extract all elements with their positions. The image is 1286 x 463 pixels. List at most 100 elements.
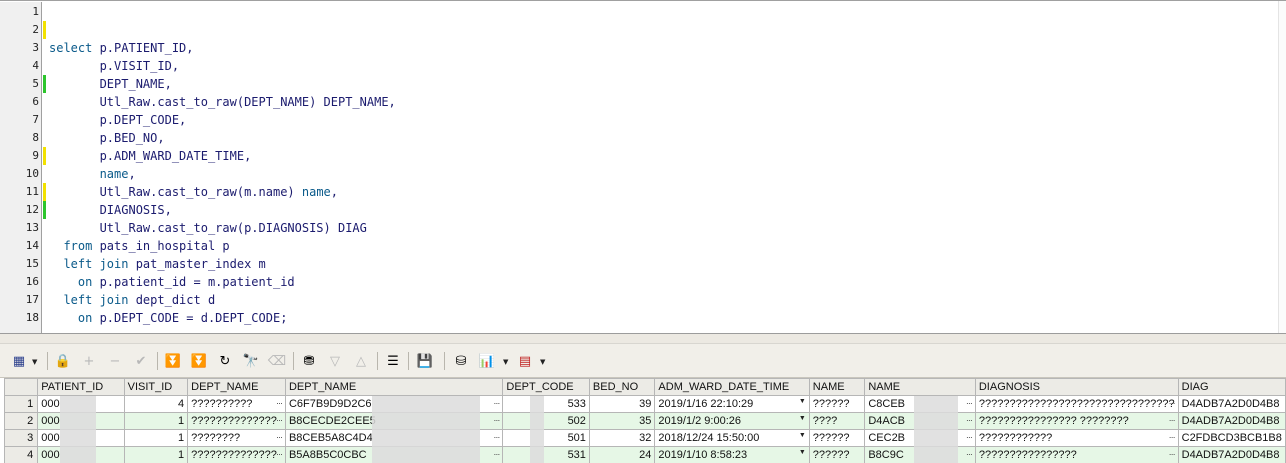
code-line[interactable]: 16 on p.patient_id = m.patient_id bbox=[0, 273, 1280, 291]
code-line[interactable]: 11 Utl_Raw.cast_to_raw(m.name) name, bbox=[0, 183, 1280, 201]
export-icon[interactable]: ⛁ bbox=[450, 350, 472, 372]
delete-row-icon[interactable]: − bbox=[104, 350, 126, 372]
table-cell[interactable]: ?????? bbox=[808, 446, 866, 463]
results-grid[interactable]: PATIENT_ID VISIT_ID DEPT_NAME DEPT_NAME DEPT… bbox=[0, 378, 1286, 463]
code-line[interactable]: 6 Utl_Raw.cast_to_raw(DEPT_NAME) DEPT_NA… bbox=[0, 93, 1280, 111]
grid-options-dropdown-arrow-icon[interactable]: ▼ bbox=[540, 358, 545, 366]
table-cell[interactable]: ▼ 2019/1/16 22:10:29 bbox=[654, 395, 810, 413]
code-line[interactable]: 18 on p.DEPT_CODE = d.DEPT_CODE; bbox=[0, 309, 1280, 327]
table-cell[interactable]: ▼ 2019/1/10 8:58:23 bbox=[654, 446, 810, 463]
save-icon[interactable]: 💾 bbox=[414, 350, 436, 372]
table-cell[interactable]: 533 bbox=[502, 395, 590, 413]
table-cell[interactable]: 24 bbox=[588, 446, 656, 463]
table-cell[interactable]: ?????? bbox=[808, 395, 866, 413]
table-cell[interactable]: C2FDBCD3BCB1B8 bbox=[1177, 429, 1286, 447]
row-number[interactable]: 4 bbox=[3, 446, 39, 463]
column-header[interactable]: NAME bbox=[808, 378, 866, 396]
table-cell[interactable]: D4ADB7A2D0D4B8 bbox=[1177, 395, 1286, 413]
table-cell[interactable]: 1 bbox=[123, 429, 189, 447]
code-line[interactable]: 9 p.ADM_WARD_DATE_TIME, bbox=[0, 147, 1280, 165]
column-header[interactable]: VISIT_ID bbox=[123, 378, 189, 396]
ellipsis-button[interactable]: ··· bbox=[966, 449, 973, 459]
code-line[interactable]: 15 left join pat_master_index m bbox=[0, 255, 1280, 273]
column-header[interactable]: DIAG bbox=[1177, 378, 1286, 396]
table-cell[interactable]: 39 bbox=[588, 395, 656, 413]
table-cell[interactable]: ···???????????????? bbox=[974, 446, 1179, 463]
editor-scrollbar[interactable] bbox=[1278, 1, 1286, 334]
column-header[interactable]: DEPT_NAME bbox=[284, 378, 504, 396]
post-changes-icon[interactable]: ✔ bbox=[130, 350, 152, 372]
lock-icon[interactable]: 🔒 bbox=[52, 350, 74, 372]
table-row[interactable]: 2 000 1 ···?????????????? ··· B8CECDE2CEE5 502… bbox=[3, 412, 1286, 430]
table-cell[interactable]: 501 bbox=[502, 429, 590, 447]
table-row[interactable]: 3 000 1 ···???????? ··· B8CEB5A8C4D4 501 32 ▼ 201… bbox=[3, 429, 1286, 447]
find-icon[interactable]: 🔭 bbox=[240, 350, 262, 372]
chevron-down-icon[interactable]: ▼ bbox=[799, 398, 806, 405]
column-header[interactable]: PATIENT_ID bbox=[37, 378, 125, 396]
column-header[interactable]: BED_NO bbox=[588, 378, 656, 396]
table-cell[interactable]: ???? bbox=[808, 412, 866, 430]
row-number[interactable]: 2 bbox=[3, 412, 39, 430]
ellipsis-button[interactable]: ··· bbox=[1169, 449, 1176, 459]
add-row-icon[interactable]: + bbox=[78, 350, 100, 372]
code-line[interactable]: 10 name, bbox=[0, 165, 1280, 183]
code-line[interactable]: 8 p.BED_NO, bbox=[0, 129, 1280, 147]
ellipsis-button[interactable]: ··· bbox=[493, 398, 500, 408]
code-line[interactable]: 13 Utl_Raw.cast_to_raw(p.DIAGNOSIS) DIAG bbox=[0, 219, 1280, 237]
single-record-view-icon[interactable]: ☰ bbox=[382, 350, 404, 372]
row-number[interactable]: 3 bbox=[3, 429, 39, 447]
code-line[interactable]: 7 p.DEPT_CODE, bbox=[0, 111, 1280, 129]
code-line[interactable]: 1 bbox=[0, 3, 1280, 21]
ellipsis-button[interactable]: ··· bbox=[966, 432, 973, 442]
query-by-example-icon[interactable]: ⛃ bbox=[298, 350, 320, 372]
previous-record-icon[interactable]: ▽ bbox=[324, 350, 346, 372]
ellipsis-button[interactable]: ··· bbox=[493, 449, 500, 459]
table-row[interactable]: 4 000 1 ···?????????????? ··· B5A8B5C0CBC 531 2… bbox=[3, 446, 1286, 463]
ellipsis-button[interactable]: ··· bbox=[1169, 415, 1176, 425]
table-cell[interactable]: 502 bbox=[502, 412, 590, 430]
code-line[interactable]: 5 DEPT_NAME, bbox=[0, 75, 1280, 93]
table-row[interactable]: 1 000 4 ···?????????? ··· C6F7B9D9D2C6 533 39 ▼ 2… bbox=[3, 395, 1286, 413]
code-line[interactable]: 17 left join dept_dict d bbox=[0, 291, 1280, 309]
column-header[interactable]: NAME bbox=[864, 378, 976, 396]
row-number[interactable]: 1 bbox=[3, 395, 39, 413]
fetch-next-icon[interactable]: ⏬ bbox=[162, 350, 184, 372]
table-cell[interactable]: ···???????????? bbox=[974, 429, 1179, 447]
code-line[interactable]: 4 p.VISIT_ID, bbox=[0, 57, 1280, 75]
table-cell[interactable]: ···???????????????????????????????? bbox=[974, 395, 1179, 413]
ellipsis-button[interactable]: ··· bbox=[276, 398, 283, 408]
table-cell[interactable]: ··· ???????????????? ???????? bbox=[974, 412, 1179, 430]
chart-icon[interactable]: 📊 bbox=[476, 350, 498, 372]
grid-options-icon[interactable]: ▤ bbox=[514, 350, 536, 372]
table-cell[interactable]: D4ADB7A2D0D4B8 bbox=[1177, 446, 1286, 463]
column-header[interactable]: DEPT_CODE bbox=[502, 378, 590, 396]
clear-icon[interactable]: ⌫ bbox=[266, 350, 288, 372]
code-line[interactable]: 2 bbox=[0, 21, 1280, 39]
next-record-icon[interactable]: △ bbox=[350, 350, 372, 372]
column-header[interactable]: DEPT_NAME bbox=[187, 378, 286, 396]
fetch-last-icon[interactable]: ⏬ bbox=[188, 350, 210, 372]
ellipsis-button[interactable]: ··· bbox=[276, 432, 283, 442]
code-area[interactable]: 1 2 3 select p.PATIENT_ID, 4 p.VISIT_ID, 5 DE… bbox=[0, 3, 1280, 327]
grid-corner[interactable] bbox=[3, 378, 39, 396]
code-line[interactable]: 12 DIAGNOSIS, bbox=[0, 201, 1280, 219]
table-cell[interactable]: 1 bbox=[123, 446, 189, 463]
chevron-down-icon[interactable]: ▼ bbox=[799, 415, 806, 422]
column-header[interactable]: DIAGNOSIS bbox=[974, 378, 1179, 396]
table-cell[interactable]: 531 bbox=[502, 446, 590, 463]
table-cell[interactable]: 1 bbox=[123, 412, 189, 430]
ellipsis-button[interactable]: ··· bbox=[966, 398, 973, 408]
chevron-down-icon[interactable]: ▼ bbox=[799, 449, 806, 456]
grid-view-dropdown-arrow-icon[interactable]: ▼ bbox=[32, 358, 37, 366]
table-cell[interactable]: ···?????????????? bbox=[187, 446, 286, 463]
table-cell[interactable]: 35 bbox=[588, 412, 656, 430]
table-cell[interactable]: 4 bbox=[123, 395, 189, 413]
sql-editor[interactable]: 1 2 3 select p.PATIENT_ID, 4 p.VISIT_ID, 5 DE… bbox=[0, 0, 1286, 334]
ellipsis-button[interactable]: ··· bbox=[493, 415, 500, 425]
grid-view-icon[interactable]: ▦ bbox=[8, 350, 30, 372]
chart-dropdown-arrow-icon[interactable]: ▼ bbox=[503, 358, 508, 366]
ellipsis-button[interactable]: ··· bbox=[1169, 432, 1176, 442]
editor-grid-splitter[interactable] bbox=[0, 333, 1286, 344]
refresh-icon[interactable]: ↻ bbox=[214, 350, 236, 372]
table-cell[interactable]: ▼ 2019/1/2 9:00:26 bbox=[654, 412, 810, 430]
